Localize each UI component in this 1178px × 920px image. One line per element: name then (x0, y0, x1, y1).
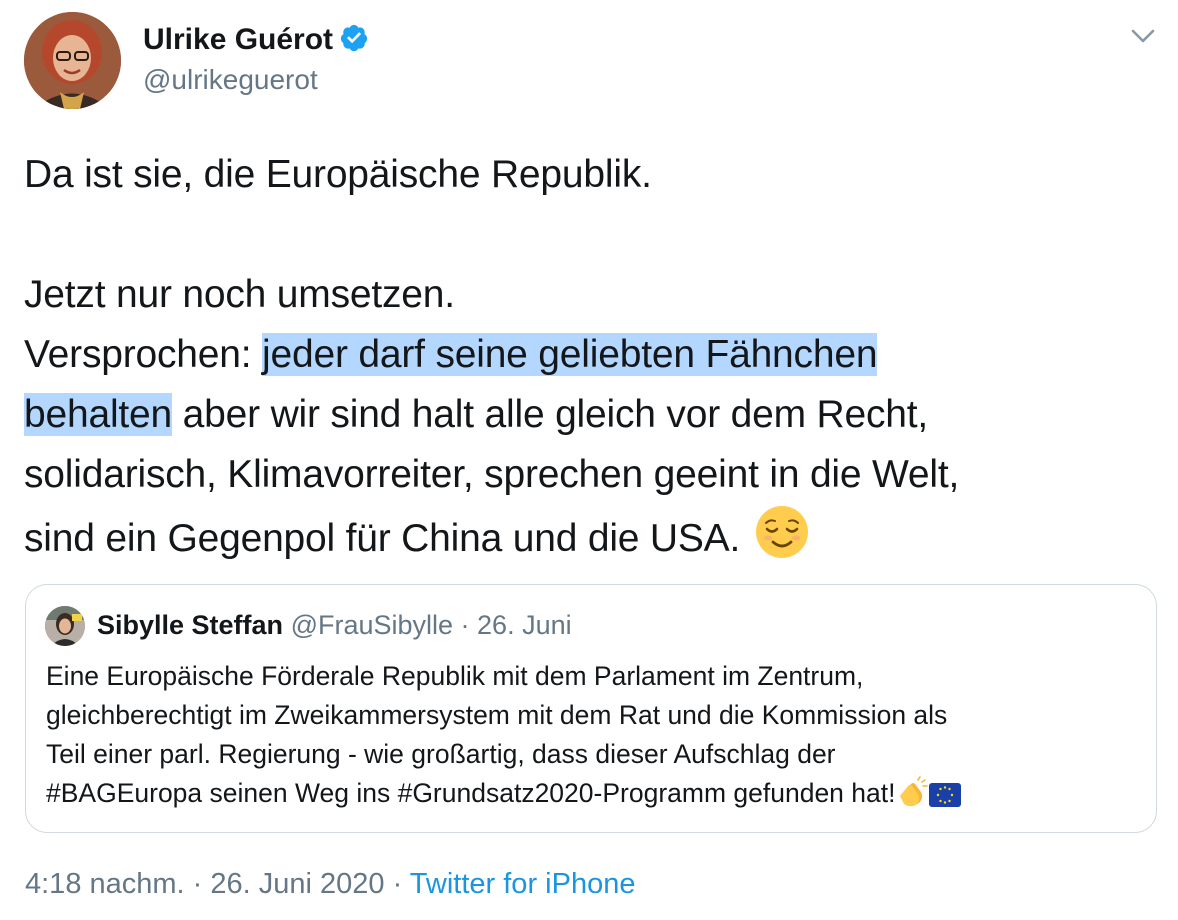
quoted-author-handle[interactable]: @FrauSibylle (291, 610, 453, 640)
quoted-tweet-line: Eine Europäische Förderale Republik mit … (46, 661, 864, 691)
author-name[interactable]: Ulrike Guérot (143, 22, 369, 58)
chevron-down-icon[interactable] (1128, 24, 1158, 48)
author-name-text[interactable]: Ulrike Guérot (143, 23, 333, 56)
quoted-tweet-card[interactable]: Sibylle Steffan @FrauSibylle · 26. Juni … (25, 584, 1157, 833)
tweet-line: sind ein Gegenpol für China und die USA. (24, 505, 1154, 569)
eu-flag-emoji-icon (928, 783, 961, 807)
quoted-tweet-header: Sibylle Steffan @FrauSibylle · 26. Juni (97, 607, 572, 643)
tweet-time[interactable]: 4:18 nachm. (25, 868, 185, 900)
clapping-hands-emoji-icon (899, 776, 928, 807)
tweet-line: Jetzt nur noch umsetzen. (24, 273, 455, 316)
author-avatar[interactable] (24, 12, 121, 109)
quoted-tweet-line: gleichberechtigt im Zweikammersystem mit… (46, 700, 948, 730)
selected-text-highlight: behalten (24, 393, 173, 436)
quoted-tweet-date[interactable]: 26. Juni (477, 610, 572, 640)
tweet-date[interactable]: 26. Juni 2020 (210, 868, 384, 900)
quoted-author-name[interactable]: Sibylle Steffan (97, 610, 283, 640)
tweet-text: Da ist sie, die Europäische Republik. Je… (24, 145, 1154, 569)
verified-badge-icon (340, 24, 368, 52)
tweet-text-segment: Versprochen: (24, 333, 263, 376)
quoted-tweet-text-segment: #BAGEuropa seinen Weg ins #Grundsatz2020… (46, 778, 896, 808)
quoted-author-avatar[interactable] (45, 606, 85, 646)
author-handle[interactable]: @ulrikeguerot (143, 62, 318, 98)
relieved-face-emoji-icon (755, 506, 808, 558)
meta-separator: · (384, 868, 410, 900)
tweet-line: Da ist sie, die Europäische Republik. (24, 153, 652, 196)
quoted-separator: · (453, 610, 478, 640)
tweet-line: behalten aber wir sind halt alle gleich … (24, 385, 1154, 445)
tweet-source-link[interactable]: Twitter for iPhone (410, 868, 636, 900)
tweet-text-segment: sind ein Gegenpol für China und die USA. (24, 517, 751, 560)
quoted-tweet-text: Eine Europäische Förderale Republik mit … (46, 657, 1136, 813)
selected-text-highlight: jeder darf seine geliebten Fähnchen (262, 333, 878, 376)
tweet-metadata: 4:18 nachm. · 26. Juni 2020 · Twitter fo… (25, 864, 635, 904)
meta-separator: · (184, 868, 211, 900)
tweet-line: solidarisch, Klimavorreiter, sprechen ge… (24, 453, 960, 496)
quoted-tweet-line: Teil einer parl. Regierung - wie großart… (46, 739, 836, 769)
tweet-text-segment: aber wir sind halt alle gleich vor dem R… (172, 393, 929, 436)
tweet-line: Versprochen: jeder darf seine geliebten … (24, 325, 1154, 385)
quoted-tweet-line: #BAGEuropa seinen Weg ins #Grundsatz2020… (46, 774, 1136, 813)
